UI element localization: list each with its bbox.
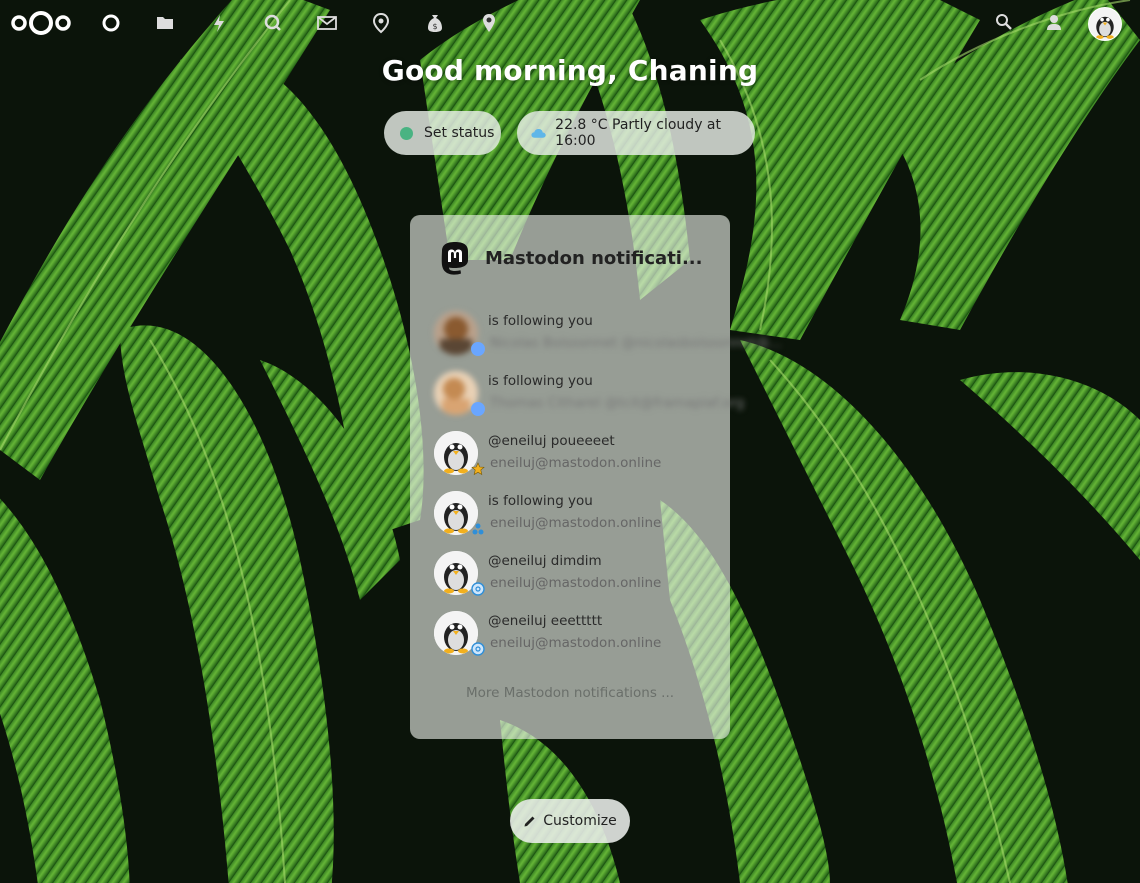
search-circle-icon[interactable] bbox=[262, 12, 284, 34]
status-dot-icon bbox=[400, 126, 413, 140]
notification-text: @eneiluj dimdim bbox=[488, 553, 602, 569]
customize-button[interactable]: Customize bbox=[510, 799, 630, 843]
maps-icon[interactable] bbox=[370, 12, 392, 34]
mastodon-widget: Mastodon notificati... is following you … bbox=[410, 215, 782, 739]
cloud-icon bbox=[531, 128, 546, 138]
follow-badge-icon bbox=[472, 523, 484, 535]
files-icon[interactable] bbox=[154, 12, 176, 34]
set-status-label: Set status bbox=[424, 125, 495, 141]
notification-text: is following you bbox=[488, 373, 593, 389]
user-avatar[interactable] bbox=[1088, 7, 1122, 41]
more-notifications-link[interactable]: More Mastodon notifications ... bbox=[410, 685, 730, 701]
mail-icon[interactable] bbox=[316, 12, 338, 34]
notification-account: eneiluj@mastodon.online bbox=[490, 575, 662, 591]
mastodon-icon bbox=[441, 242, 468, 275]
activity-icon[interactable] bbox=[208, 12, 230, 34]
customize-label: Customize bbox=[543, 813, 617, 829]
dashboard-icon[interactable] bbox=[100, 12, 122, 34]
notification-item[interactable]: is following you eneiluj@mastodon.online bbox=[434, 491, 724, 541]
notification-text: is following you bbox=[488, 493, 593, 509]
follow-badge-icon bbox=[471, 402, 485, 416]
notification-item[interactable]: @eneiluj poueeeet eneiluj@mastodon.onlin… bbox=[434, 431, 724, 481]
notification-item[interactable]: is following you Nicolas Boissonnet @nic… bbox=[434, 311, 782, 361]
notification-account: eneiluj@mastodon.online bbox=[490, 455, 662, 471]
notification-text: @eneiluj eeettttt bbox=[488, 613, 603, 629]
top-navigation-bar: $ bbox=[0, 0, 1140, 46]
notification-account: eneiluj@mastodon.online bbox=[490, 635, 662, 651]
location-icon[interactable] bbox=[478, 12, 500, 34]
set-status-button[interactable]: Set status bbox=[384, 111, 501, 155]
notification-account: eneiluj@mastodon.online bbox=[490, 515, 662, 531]
star-icon bbox=[471, 462, 485, 476]
greeting-heading: Good morning, Chaning bbox=[381, 54, 759, 87]
nextcloud-logo[interactable] bbox=[10, 8, 72, 38]
notification-item[interactable]: is following you Thomas Citharel @tcit@f… bbox=[434, 371, 744, 421]
money-icon[interactable]: $ bbox=[424, 12, 446, 34]
mention-icon bbox=[471, 642, 485, 656]
notification-account: Thomas Citharel @tcit@framapiaf.org bbox=[490, 395, 745, 411]
contacts-icon[interactable] bbox=[1044, 12, 1064, 32]
notification-text: @eneiluj poueeeet bbox=[488, 433, 615, 449]
notification-text: is following you bbox=[488, 313, 593, 329]
widget-title: Mastodon notificati... bbox=[485, 247, 703, 269]
notification-item[interactable]: @eneiluj dimdim eneiluj@mastodon.online bbox=[434, 551, 724, 601]
weather-status-button[interactable]: 22.8 °C Partly cloudy at 16:00 bbox=[517, 111, 755, 155]
weather-label: 22.8 °C Partly cloudy at 16:00 bbox=[555, 117, 721, 149]
widget-header: Mastodon notificati... bbox=[440, 241, 720, 275]
follow-badge-icon bbox=[471, 342, 485, 356]
notification-item[interactable]: @eneiluj eeettttt eneiluj@mastodon.onlin… bbox=[434, 611, 724, 661]
notification-account: Nicolas Boissonnet @nicolasboissonnet@..… bbox=[490, 335, 783, 351]
mention-icon bbox=[471, 582, 485, 596]
svg-text:$: $ bbox=[432, 22, 437, 31]
pencil-icon bbox=[524, 816, 535, 827]
search-icon[interactable] bbox=[994, 12, 1014, 32]
